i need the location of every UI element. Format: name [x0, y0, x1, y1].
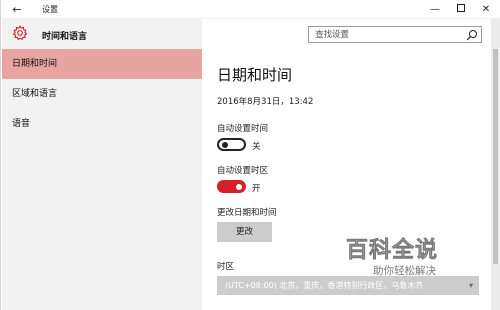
auto-timezone-toggle[interactable]: [217, 180, 246, 193]
sidebar-item-region-language[interactable]: 区域和语言: [2, 79, 202, 109]
sidebar-header: 时间和语言: [2, 19, 202, 47]
sidebar-item-speech[interactable]: 语音: [2, 109, 202, 139]
search-input[interactable]: [309, 27, 459, 42]
scrollbar-thumb[interactable]: [493, 49, 498, 264]
auto-timezone-label: 自动设置时区: [217, 166, 269, 176]
section-title: 时间和语言: [42, 32, 88, 42]
page-title: 日期和时间: [217, 66, 293, 84]
watermark-subtitle: 助你轻松解决: [373, 265, 436, 277]
current-datetime: 2016年8月31日，13:42: [217, 97, 314, 107]
auto-time-state: 关: [252, 142, 261, 152]
search-icon[interactable]: [466, 29, 478, 41]
title-bar: ← 设置 — ✕: [1, 0, 500, 19]
minimize-button[interactable]: —: [426, 2, 444, 17]
back-button[interactable]: ←: [10, 3, 24, 16]
toggle-knob: [222, 141, 228, 148]
timezone-label: 时区: [217, 262, 235, 272]
auto-time-label: 自动设置时间: [217, 124, 269, 134]
watermark-logo: 百科全说: [346, 238, 439, 264]
window-title: 设置: [42, 5, 58, 14]
chevron-down-icon: ▾: [468, 281, 473, 290]
change-datetime-label: 更改日期和时间: [217, 208, 277, 218]
close-button[interactable]: ✕: [477, 2, 495, 17]
sidebar-item-date-time[interactable]: 日期和时间: [2, 49, 202, 79]
toggle-knob: [236, 183, 242, 190]
maximize-icon: [457, 4, 465, 12]
sidebar: 时间和语言 日期和时间 区域和语言 语音: [2, 19, 202, 310]
maximize-button[interactable]: [452, 2, 470, 17]
gear-icon: [12, 25, 28, 41]
scrollbar[interactable]: [491, 19, 500, 310]
change-button[interactable]: 更改: [217, 222, 272, 242]
auto-timezone-state: 开: [252, 184, 261, 194]
settings-window: ← 设置 — ✕ 时间和语言 日期和时间 区域和语言 语音 日期和时间 2016…: [0, 0, 500, 310]
auto-time-toggle[interactable]: [217, 138, 246, 151]
watermark: 百科全说 助你轻松解决: [346, 232, 466, 286]
search-box[interactable]: [308, 26, 482, 43]
